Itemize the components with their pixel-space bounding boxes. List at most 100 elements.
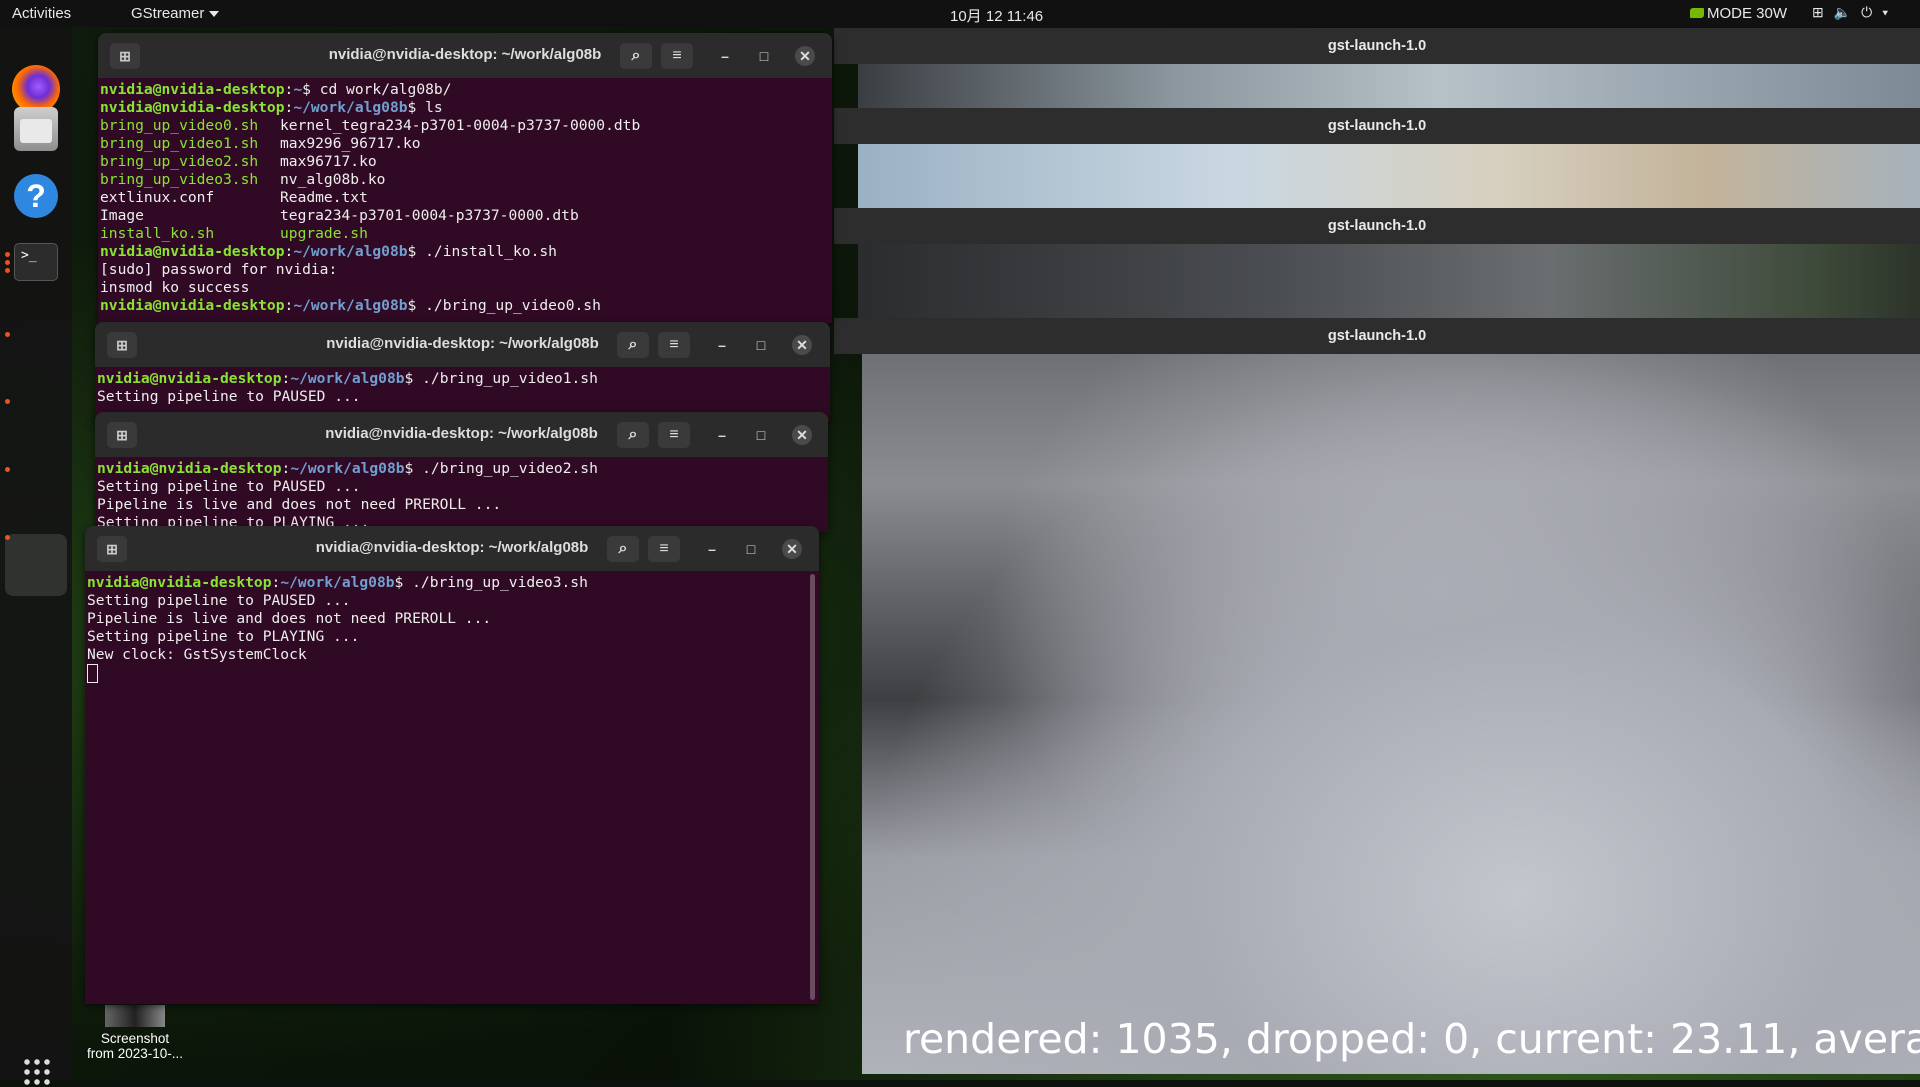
dock-item-gstreamer[interactable] [5,534,67,596]
search-icon[interactable]: ⌕ [607,536,639,562]
output-text: Setting pipeline to PAUSED ... [97,478,361,495]
terminal-window[interactable]: ⊞ nvidia@nvidia-desktop: ~/work/alg08b ⌕… [95,412,828,532]
close-icon[interactable]: ✕ [792,335,812,355]
terminal-line: Setting pipeline to PAUSED ... [97,478,828,496]
terminal-line: nvidia@nvidia-desktop:~/work/alg08b$ ./b… [97,370,598,387]
help-icon[interactable]: ? [14,174,58,218]
terminal-line: Image tegra234-p3701-0004-p3737-0000.dtb [100,207,832,225]
terminal-output[interactable]: nvidia@nvidia-desktop:~/work/alg08b$ ./b… [85,571,819,683]
ls-entry: install_ko.sh [100,225,215,242]
video-feed [858,144,1920,208]
running-indicator [5,268,10,273]
terminal-line: bring_up_video1.sh max9296_96717.ko [100,135,832,153]
close-icon[interactable]: ✕ [782,539,802,559]
file-label-line1: Screenshot [100,1031,170,1046]
minimize-icon[interactable]: – [715,46,735,66]
ls-entry: tegra234-p3701-0004-p3737-0000.dtb [280,207,579,224]
ls-entry: extlinux.conf [100,189,215,206]
terminal-line: insmod ko success [100,279,832,297]
close-icon[interactable]: ✕ [792,425,812,445]
chevron-down-icon: ▾ [1882,4,1899,20]
terminal-output[interactable]: nvidia@nvidia-desktop:~/work/alg08b$ ./b… [95,457,828,532]
terminal-scrollbar[interactable] [810,574,815,1000]
ls-entry: kernel_tegra234-p3701-0004-p3737-0000.dt… [280,117,641,134]
minimize-icon[interactable]: – [712,335,732,355]
terminal-line: bring_up_video0.sh kernel_tegra234-p3701-… [100,117,832,135]
app-menu[interactable]: GStreamer [131,5,220,22]
output-text: Setting pipeline to PAUSED ... [87,592,351,609]
terminal-titlebar[interactable]: ⊞ nvidia@nvidia-desktop: ~/work/alg08b ⌕… [98,33,832,78]
menu-icon[interactable]: ≡ [661,43,693,69]
prompt-path: ~ [293,81,303,98]
prompt-path: ~/work/alg08b [290,460,405,477]
maximize-icon[interactable]: □ [741,539,761,559]
chevron-down-icon [209,11,220,18]
gst-window-title[interactable]: gst-launch-1.0 [834,28,1920,64]
maximize-icon[interactable]: □ [754,46,774,66]
terminal-line: nvidia@nvidia-desktop:~/work/alg08b$ ./i… [100,243,557,260]
files-icon[interactable] [14,107,58,151]
clock[interactable]: 10月 12 11:46 [950,5,1043,26]
terminal-line: Pipeline is live and does not need PRERO… [97,496,828,514]
terminal-output[interactable]: nvidia@nvidia-desktop:~$ cd work/alg08b/… [98,78,832,315]
show-applications-icon[interactable] [22,1057,52,1087]
terminal-window[interactable]: ⊞ nvidia@nvidia-desktop: ~/work/alg08b ⌕… [95,322,830,422]
maximize-icon[interactable]: □ [751,425,771,445]
desktop-file-screenshot[interactable]: Screenshot from 2023-10-... [80,1005,190,1061]
activities-button[interactable]: Activities [12,5,71,22]
menu-icon[interactable]: ≡ [658,332,690,358]
prompt-path: ~/work/alg08b [290,370,405,387]
terminal-line: nvidia@nvidia-desktop:~/work/alg08b$ ls [100,99,443,116]
menu-icon[interactable]: ≡ [658,422,690,448]
running-indicator [5,260,10,265]
firefox-icon[interactable] [12,65,60,113]
terminal-titlebar[interactable]: ⊞ nvidia@nvidia-desktop: ~/work/alg08b ⌕… [85,526,819,571]
ls-entry: max96717.ko [280,153,377,170]
output-text: [sudo] password for nvidia: [100,261,338,278]
terminal-window[interactable]: ⊞ nvidia@nvidia-desktop: ~/work/alg08b ⌕… [98,33,832,323]
network-icon: ⊞ [1812,4,1834,20]
command-text: ./bring_up_video2.sh [413,460,598,477]
command-text: cd work/alg08b/ [310,81,452,98]
gst-window-title[interactable]: gst-launch-1.0 [834,318,1920,354]
terminal-titlebar[interactable]: ⊞ nvidia@nvidia-desktop: ~/work/alg08b ⌕… [95,322,830,367]
close-icon[interactable]: ✕ [795,46,815,66]
terminal-line: [sudo] password for nvidia: [100,261,832,279]
search-icon[interactable]: ⌕ [617,422,649,448]
app-menu-label: GStreamer [131,5,205,22]
search-icon[interactable]: ⌕ [617,332,649,358]
prompt-user: nvidia@nvidia-desktop [100,81,285,98]
terminal-icon[interactable]: >_ [14,243,58,281]
minimize-icon[interactable]: – [712,425,732,445]
prompt-path: ~/work/alg08b [293,297,408,314]
maximize-icon[interactable]: □ [751,335,771,355]
volume-icon: 🔈 [1833,4,1862,20]
prompt-path: ~/work/alg08b [293,243,408,260]
system-tray[interactable]: ⊞🔈⏻▾ [1812,4,1898,21]
output-text: Setting pipeline to PLAYING ... [87,628,360,645]
terminal-line: nvidia@nvidia-desktop:~$ cd work/alg08b/ [100,81,452,98]
power-icon: ⏻ [1861,4,1883,20]
minimize-icon[interactable]: – [702,539,722,559]
terminal-window-active[interactable]: ⊞ nvidia@nvidia-desktop: ~/work/alg08b ⌕… [85,526,819,1004]
prompt-user: nvidia@nvidia-desktop [87,574,272,591]
ls-entry: bring_up_video2.sh [100,153,259,170]
gst-window-title[interactable]: gst-launch-1.0 [834,108,1920,144]
file-label-line2: from 2023-10-... [86,1046,184,1061]
terminal-line: Pipeline is live and does not need PRERO… [87,610,819,628]
gst-window-title[interactable]: gst-launch-1.0 [834,208,1920,244]
ls-entry: bring_up_video1.sh [100,135,259,152]
terminal-line: nvidia@nvidia-desktop:~/work/alg08b$ ./b… [100,297,601,314]
terminal-line: extlinux.conf Readme.txt [100,189,832,207]
output-text: Pipeline is live and does not need PRERO… [87,610,492,627]
terminal-titlebar[interactable]: ⊞ nvidia@nvidia-desktop: ~/work/alg08b ⌕… [95,412,828,457]
terminal-output[interactable]: nvidia@nvidia-desktop:~/work/alg08b$ ./b… [95,367,830,406]
prompt-user: nvidia@nvidia-desktop [97,460,282,477]
ls-entry: nv_alg08b.ko [280,171,386,188]
output-text: New clock: GstSystemClock [87,646,307,663]
menu-icon[interactable]: ≡ [648,536,680,562]
power-mode-indicator[interactable]: MODE 30W [1690,5,1787,22]
terminal-line: New clock: GstSystemClock [87,646,819,664]
command-text: ./bring_up_video0.sh [416,297,601,314]
search-icon[interactable]: ⌕ [620,43,652,69]
